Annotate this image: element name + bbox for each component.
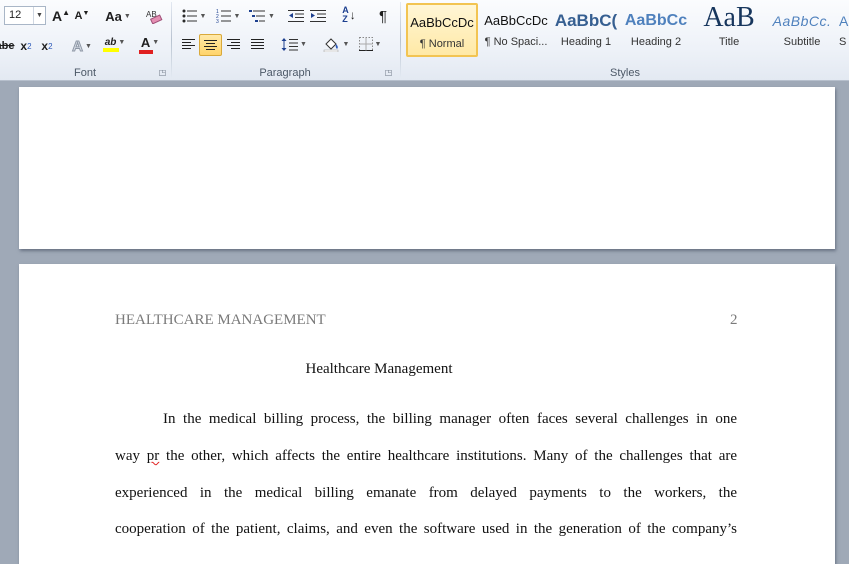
style-label: Subtitle (783, 36, 821, 48)
strikethrough-button[interactable]: abe (0, 36, 14, 56)
multilevel-list-icon (249, 10, 266, 22)
pilcrow-icon: ¶ (378, 7, 388, 25)
style-normal[interactable]: AaBbCcDc ¶ Normal (406, 3, 478, 57)
show-formatting-button[interactable]: ¶ (373, 6, 393, 26)
style-sample: AaB (703, 3, 755, 33)
style-more[interactable]: A S (839, 3, 849, 57)
svg-text:3: 3 (216, 19, 219, 23)
grow-font-button[interactable]: A ▲ (51, 6, 71, 26)
line-spacing-icon (281, 37, 299, 51)
align-center-button[interactable] (199, 34, 222, 56)
align-left-button[interactable] (178, 34, 198, 54)
clear-formatting-button[interactable]: AB (144, 6, 164, 26)
numbering-button[interactable]: 1 2 3 ▼ (212, 6, 244, 26)
highlighter-icon: ab (104, 36, 117, 48)
style-label: Heading 1 (560, 36, 612, 48)
superscript-icon: x (41, 39, 49, 53)
style-sample: AaBbCc. (772, 13, 832, 29)
subscript-icon: x (20, 39, 28, 53)
text-effects-button[interactable]: A ▼ (68, 36, 96, 56)
bullets-button[interactable]: ▼ (178, 6, 210, 26)
highlight-color-swatch (103, 47, 119, 52)
document-page[interactable]: HEALTHCARE MANAGEMENT 2 Healthcare Manag… (19, 264, 835, 564)
font-dialog-launcher-icon[interactable]: ◳ (158, 68, 167, 77)
body-text-line[interactable]: In the medical billing process, the bill… (163, 411, 737, 428)
style-label: ¶ Normal (419, 38, 465, 50)
strikethrough-icon: abe (0, 40, 15, 52)
style-sample: AaBbCcDc (484, 13, 548, 28)
styles-group-label: Styles (610, 67, 640, 79)
change-case-button[interactable]: Aa ▼ (104, 6, 132, 26)
chevron-down-icon[interactable]: ▼ (33, 7, 45, 24)
shrink-font-button[interactable]: A ▼ (73, 6, 91, 26)
paint-bucket-icon (323, 38, 338, 52)
page-number: 2 (730, 312, 738, 328)
style-sample: AaBbCcDc (410, 15, 474, 30)
shrink-font-icon: A (74, 10, 83, 22)
line-spacing-button[interactable]: ▼ (280, 34, 308, 54)
body-text-line[interactable]: experienced in the medical billing emana… (115, 485, 737, 502)
body-text-line[interactable]: cooperation of the patient, claims, and … (115, 521, 737, 538)
font-size-value: 12 (9, 9, 22, 21)
sort-icon: A Z (342, 5, 349, 24)
style-label: ¶ No Spaci... (484, 36, 548, 48)
sort-button[interactable]: A Z ↓ (338, 5, 360, 25)
document-page[interactable] (19, 87, 835, 249)
numbered-list-icon: 1 2 3 (216, 9, 231, 23)
style-heading-2[interactable]: AaBbCc Heading 2 (623, 3, 689, 57)
align-right-icon (227, 39, 240, 49)
shading-button[interactable]: ▼ (321, 34, 351, 54)
align-left-icon (182, 39, 195, 49)
align-center-icon (204, 40, 217, 50)
decrease-indent-button[interactable] (286, 6, 306, 26)
style-sample: AaBbC( (554, 11, 618, 30)
grow-font-icon: A (51, 8, 63, 24)
font-size-input[interactable]: 12 ▼ (4, 6, 46, 25)
change-case-icon: Aa (105, 8, 122, 24)
font-group: 12 ▼ A▲ A▼ Aa▼ AB abe x2 x2 A▼ (0, 0, 170, 80)
increase-indent-icon (310, 10, 326, 22)
subscript-button[interactable]: x2 (17, 36, 35, 56)
font-color-swatch (139, 49, 153, 54)
text-effects-icon: A (72, 37, 84, 55)
font-group-label: Font (73, 67, 96, 79)
misspelled-word[interactable]: pr (147, 448, 160, 464)
borders-button[interactable]: ▼ (355, 34, 385, 54)
eraser-icon: AB (146, 10, 163, 24)
decrease-indent-icon (288, 10, 304, 22)
bullet-list-icon (182, 9, 197, 23)
style-label: Heading 2 (630, 36, 682, 48)
style-sample: AaBbCc (624, 12, 688, 29)
highlight-color-button[interactable]: ab ▼ (99, 34, 131, 54)
page-header-text: HEALTHCARE MANAGEMENT (115, 312, 326, 328)
styles-group: AaBbCcDc ¶ Normal AaBbCcDc ¶ No Spaci...… (401, 0, 849, 80)
style-label: S (839, 36, 847, 48)
style-title[interactable]: AaB Title (693, 3, 765, 57)
font-color-button[interactable]: A ▼ (136, 34, 164, 54)
body-text-line[interactable]: way pr the other, which affects the enti… (115, 448, 737, 465)
justify-button[interactable] (247, 34, 267, 54)
align-right-button[interactable] (224, 34, 244, 54)
ribbon: 12 ▼ A▲ A▼ Aa▼ AB abe x2 x2 A▼ (0, 0, 849, 81)
increase-indent-button[interactable] (308, 6, 328, 26)
justify-icon (251, 39, 264, 49)
paragraph-dialog-launcher-icon[interactable]: ◳ (384, 68, 393, 77)
document-title: Healthcare Management (305, 361, 453, 377)
paragraph-group-label: Paragraph (259, 67, 311, 79)
font-color-icon: A (140, 34, 151, 50)
border-icon (358, 37, 373, 51)
multilevel-list-button[interactable]: ▼ (246, 6, 278, 26)
style-heading-1[interactable]: AaBbC( Heading 1 (553, 3, 619, 57)
style-subtitle[interactable]: AaBbCc. Subtitle (769, 3, 835, 57)
style-label: Title (718, 36, 740, 48)
superscript-button[interactable]: x2 (38, 36, 56, 56)
style-no-spacing[interactable]: AaBbCcDc ¶ No Spaci... (481, 3, 551, 57)
style-sample: A (839, 13, 849, 29)
paragraph-group: ▼ 1 2 3 ▼ ▼ A Z ↓ ¶ ▼ ▼ ▼ Paragraph ◳ (172, 0, 398, 80)
